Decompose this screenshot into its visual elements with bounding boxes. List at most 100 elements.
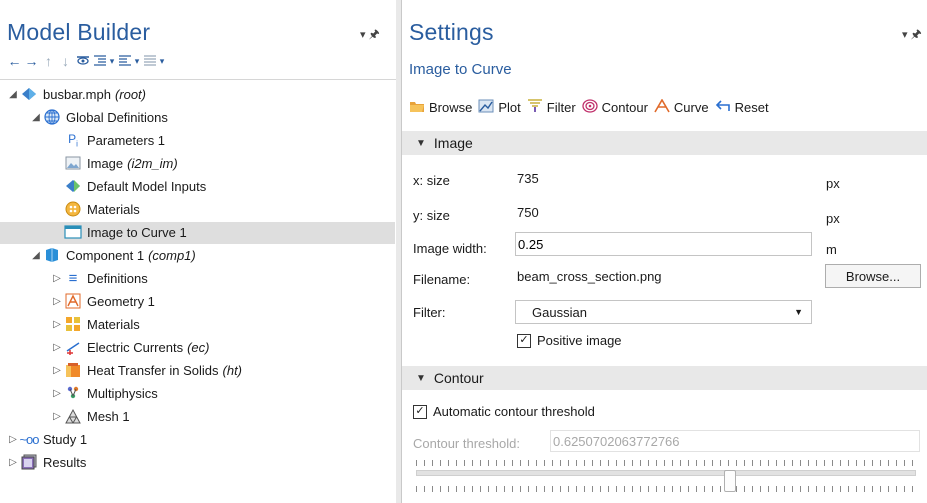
collapsed-arrow-icon[interactable]: ▷ — [6, 457, 20, 468]
tree-item[interactable]: Default Model Inputs — [50, 175, 206, 197]
collapsed-arrow-icon[interactable]: ▷ — [50, 319, 64, 330]
tree-item[interactable]: ◢ Component 1 (comp1) — [29, 244, 196, 266]
curve-node-icon — [64, 224, 82, 240]
model-builder-toolbar: ← → ↑ ↓ ▾ ▾ ▾ — [7, 50, 165, 72]
list-view-icon[interactable] — [142, 53, 157, 69]
filter-label: Filter: — [413, 305, 446, 320]
plot-tool-button[interactable]: Plot — [478, 99, 521, 116]
move-down-icon[interactable]: ↓ — [58, 53, 73, 69]
pin-icon[interactable]: ▾ 🖈 — [902, 25, 922, 46]
tree-item[interactable]: ◢ busbar.mph (root) — [6, 83, 146, 105]
forward-arrow-icon[interactable]: → — [24, 53, 39, 69]
tree-item[interactable]: Materials — [50, 198, 140, 220]
materials-icon — [64, 201, 82, 217]
threshold-label: Contour threshold: — [413, 436, 520, 451]
tree-item-label: Default Model Inputs — [87, 178, 207, 194]
tree-item-label: Parameters 1 — [87, 132, 166, 148]
x-size-label: x: size — [413, 173, 450, 188]
filter-select[interactable]: Gaussian ▼ — [515, 300, 812, 324]
expanded-arrow-icon[interactable]: ◢ — [6, 89, 20, 100]
checkbox-checked-icon: ✓ — [517, 333, 531, 348]
mesh-icon — [64, 408, 82, 424]
tree-item[interactable]: ▷ Geometry 1 — [50, 290, 155, 312]
positive-image-checkbox[interactable]: ✓ Positive image — [517, 333, 622, 348]
browse-tool-button[interactable]: Browse — [409, 99, 472, 116]
tree-item-label: Mesh 1 — [87, 408, 130, 424]
browse-button[interactable]: Browse... — [825, 264, 921, 288]
collapsed-arrow-icon[interactable]: ▷ — [50, 342, 64, 353]
collapsed-arrow-icon[interactable]: ▷ — [50, 273, 64, 284]
electric-currents-icon — [64, 339, 82, 355]
auto-threshold-label: Automatic contour threshold — [433, 404, 595, 419]
pin-icon[interactable]: ▾ 🖈 — [360, 25, 380, 46]
reset-icon — [715, 99, 731, 116]
expand-icon[interactable] — [117, 53, 132, 69]
tree-item[interactable]: Pi Parameters 1 — [50, 129, 165, 151]
tree-item[interactable]: ▷ ≡ Definitions — [50, 267, 148, 289]
collapsed-arrow-icon[interactable]: ▷ — [50, 365, 64, 376]
tree-item[interactable]: ▷ Electric Currents (ec) — [50, 336, 209, 358]
browse-label: Browse — [429, 99, 473, 115]
tree-item-label: Image to Curve 1 — [87, 224, 187, 240]
reset-tool-button[interactable]: Reset — [715, 99, 769, 116]
tree-item-label: Image — [87, 155, 124, 171]
chevron-down-icon[interactable]: ▾ — [109, 56, 115, 67]
model-inputs-icon — [64, 178, 82, 194]
threshold-slider — [416, 460, 916, 492]
model-builder-panel: Model Builder ▾ 🖈 ← → ↑ ↓ ▾ ▾ ▾ ◢ busbar.… — [0, 0, 397, 503]
chevron-down-icon[interactable]: ▾ — [134, 56, 140, 67]
model-builder-title: Model Builder — [7, 19, 151, 45]
diamond-icon — [20, 86, 38, 102]
contour-section-title: Contour — [433, 370, 484, 386]
chevron-down-icon[interactable]: ▾ — [159, 56, 165, 67]
tree-item[interactable]: ▷ Results — [6, 451, 86, 473]
plot-icon — [478, 99, 494, 116]
x-size-field: 735 — [515, 168, 812, 190]
expanded-arrow-icon[interactable]: ◢ — [29, 112, 43, 123]
tree-item[interactable]: ▷ Mesh 1 — [50, 405, 130, 427]
contour-section-header[interactable]: ▼ Contour — [402, 366, 927, 390]
tree-item-label: Materials — [87, 201, 140, 217]
collapsed-arrow-icon[interactable]: ▷ — [50, 296, 64, 307]
collapse-icon[interactable] — [92, 53, 107, 69]
back-arrow-icon[interactable]: ← — [7, 53, 22, 69]
contour-tool-button[interactable]: Contour — [582, 98, 648, 116]
checkbox-checked-icon: ✓ — [413, 404, 427, 419]
expanded-arrow-icon[interactable]: ◢ — [29, 250, 43, 261]
slider-ticks — [416, 486, 916, 492]
filename-label: Filename: — [413, 272, 471, 287]
results-icon — [20, 454, 38, 470]
collapsed-arrow-icon[interactable]: ▷ — [50, 388, 64, 399]
tree-item[interactable]: Image (i2m_im) — [50, 152, 178, 174]
study-icon: ~oo — [19, 431, 39, 447]
tree-item[interactable]: ◢ Global Definitions — [29, 106, 168, 128]
filter-label: Filter — [546, 99, 576, 115]
divider — [0, 79, 396, 80]
tree-item-label: Electric Currents — [87, 339, 184, 355]
collapsed-arrow-icon[interactable]: ▷ — [6, 434, 20, 445]
contour-icon — [582, 98, 598, 116]
slider-track — [416, 470, 916, 476]
heat-transfer-icon — [64, 362, 82, 378]
filter-tool-button[interactable]: Filter — [527, 98, 576, 116]
collapsed-arrow-icon[interactable]: ▷ — [50, 411, 64, 422]
tree-item[interactable]: ▷ ~oo Study 1 — [6, 428, 87, 450]
show-icon[interactable] — [75, 53, 90, 69]
tree-item-label: Results — [43, 454, 87, 470]
tree-item[interactable]: ▷ Heat Transfer in Solids (ht) — [50, 359, 242, 381]
auto-threshold-checkbox[interactable]: ✓ Automatic contour threshold — [413, 404, 595, 419]
move-up-icon[interactable]: ↑ — [41, 53, 56, 69]
curve-tool-button[interactable]: Curve — [654, 97, 709, 116]
tree-item-tag: (comp1) — [148, 247, 196, 263]
tree-item[interactable]: ▷ Materials — [50, 313, 140, 335]
image-section-header[interactable]: ▼ Image — [402, 131, 927, 155]
filter-icon — [527, 98, 543, 116]
image-width-input[interactable] — [515, 232, 812, 256]
threshold-field: 0.6250702063772766 — [550, 430, 920, 452]
chevron-down-icon: ▼ — [794, 307, 803, 317]
tree-item[interactable]: ▷ Multiphysics — [50, 382, 158, 404]
tree-item[interactable]: Image to Curve 1 — [50, 221, 187, 243]
component-icon — [43, 247, 61, 263]
y-size-field: 750 — [515, 202, 812, 224]
tree-item-label: Study 1 — [43, 431, 88, 447]
